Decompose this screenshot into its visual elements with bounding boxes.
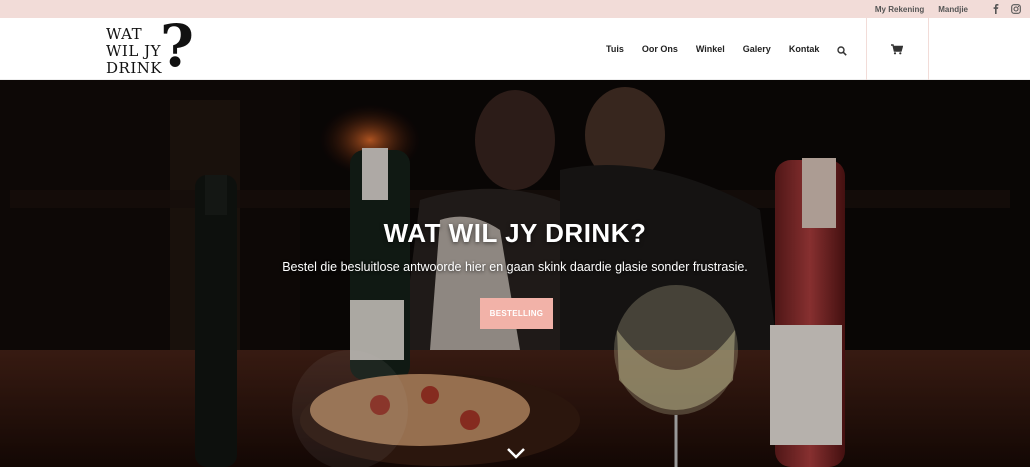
site-logo[interactable]: WAT WIL JY DRINK ?: [106, 16, 206, 78]
nav-divider-right: [928, 18, 929, 80]
logo-question-mark: ?: [160, 12, 194, 80]
nav-item-kontak[interactable]: Kontak: [789, 44, 820, 54]
search-icon[interactable]: [837, 43, 849, 56]
top-utility-bar: My Rekening Mandjie: [0, 0, 1030, 18]
nav-item-oor-ons[interactable]: Oor Ons: [642, 44, 678, 54]
cart-link[interactable]: Mandjie: [938, 5, 968, 14]
hero-subtitle: Bestel die besluitlose antwoorde hier en…: [282, 260, 748, 274]
site-header: WAT WIL JY DRINK ? Tuis Oor Ons Winkel G…: [0, 16, 1030, 80]
main-nav: Tuis Oor Ons Winkel Galery Kontak: [606, 18, 849, 80]
order-button[interactable]: BESTELLING: [480, 298, 553, 329]
nav-item-galery[interactable]: Galery: [743, 44, 771, 54]
nav-item-winkel[interactable]: Winkel: [696, 44, 725, 54]
cart-icon[interactable]: [891, 42, 905, 56]
instagram-icon[interactable]: [1010, 3, 1022, 15]
logo-line-3: DRINK: [106, 59, 163, 77]
facebook-icon[interactable]: [990, 3, 1002, 15]
hero-banner: WAT WIL JY DRINK? Bestel die besluitlose…: [0, 80, 1030, 467]
nav-divider-left: [866, 18, 867, 80]
logo-line-2: WIL JY: [106, 42, 161, 60]
logo-line-1: WAT: [106, 25, 143, 43]
my-account-link[interactable]: My Rekening: [875, 5, 924, 14]
chevron-down-icon[interactable]: [506, 446, 526, 460]
nav-item-tuis[interactable]: Tuis: [606, 44, 624, 54]
hero-title: WAT WIL JY DRINK?: [383, 218, 647, 248]
